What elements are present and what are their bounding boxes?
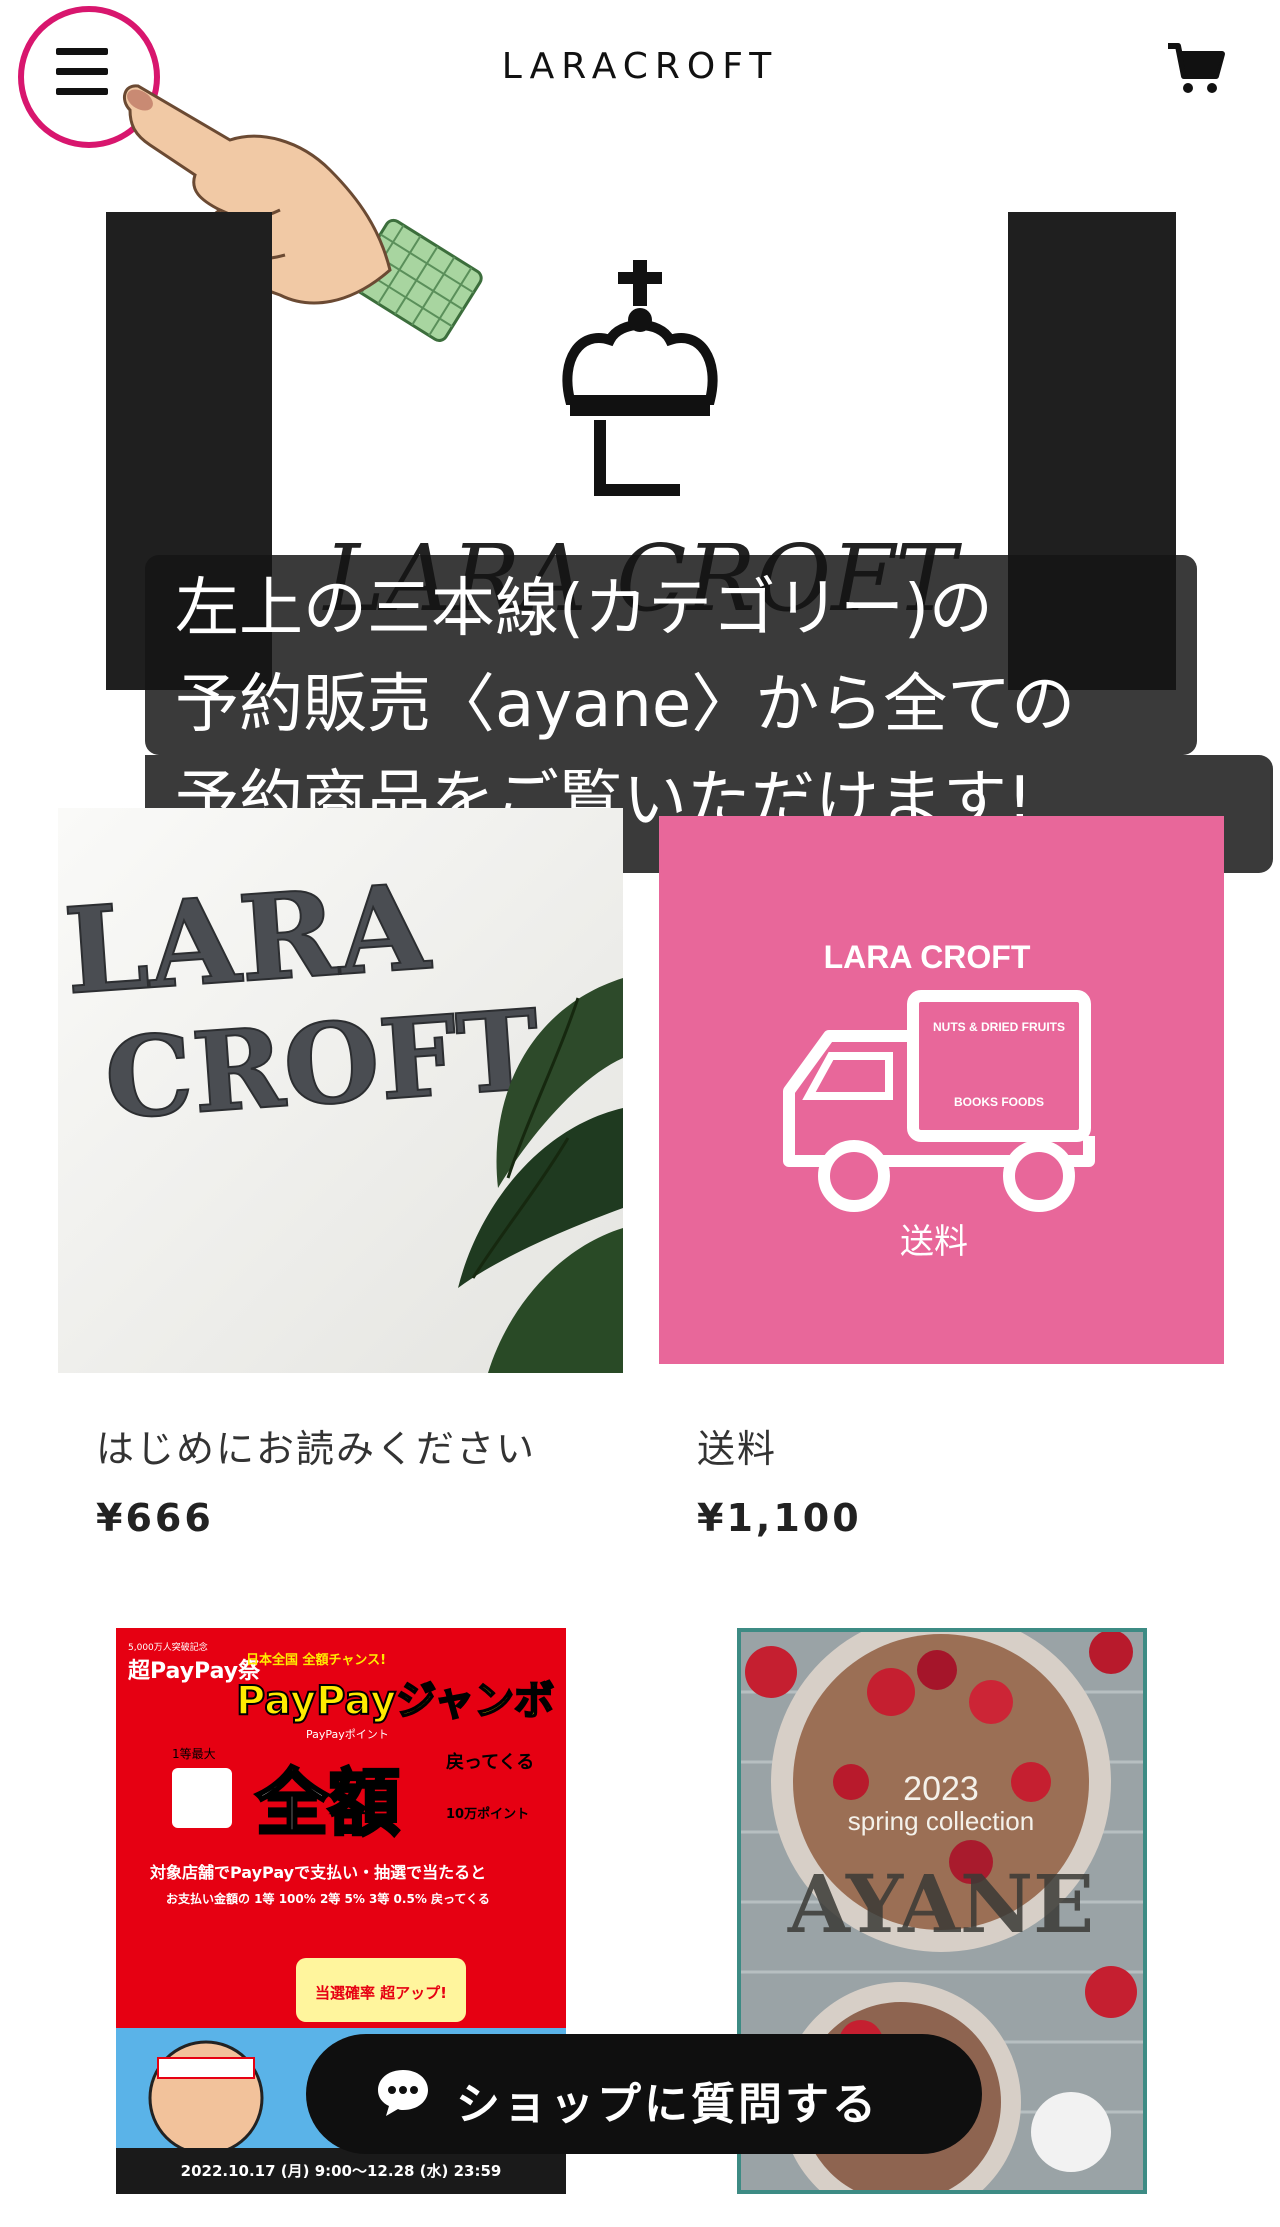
svg-text:2022.10.17 (月) 9:00〜12.28 (水): 2022.10.17 (月) 9:00〜12.28 (水) 23:59 — [181, 2162, 502, 2180]
svg-text:全額: 全額 — [255, 1761, 400, 1845]
product-image[interactable]: LARA CROFT NUTS & DRIED FRUITS BOOKS FOO… — [659, 816, 1224, 1364]
truck-label-books: BOOKS FOODS — [954, 1095, 1044, 1109]
site-header: LARACROFT — [0, 0, 1280, 148]
product-image[interactable]: LARA CROFT — [58, 808, 623, 1373]
product-card[interactable]: LARA CROFT はじめにお読みください ¥666 — [58, 808, 623, 1568]
truck-label-nuts: NUTS & DRIED FRUITS — [933, 1020, 1065, 1034]
product-price: ¥1,100 — [697, 1496, 862, 1540]
cart-button[interactable] — [1164, 36, 1228, 100]
svg-text:5,000万人突破記念: 5,000万人突破記念 — [128, 1641, 208, 1653]
site-logo[interactable]: LARACROFT — [0, 46, 1280, 87]
instruction-callout: 左上の三本線(カテゴリー)の 予約販売〈ayane〉から全ての 予約商品をご覧い… — [145, 555, 1273, 873]
product-card[interactable]: LARA CROFT NUTS & DRIED FRUITS BOOKS FOO… — [659, 816, 1224, 1576]
svg-text:1等最大: 1等最大 — [172, 1747, 216, 1761]
hero-banner: LARA CROFT 左上の三本線(カテゴリー)の 予約販売〈ayane〉から全… — [0, 200, 1280, 873]
svg-text:AYANE: AYANE — [787, 1857, 1094, 1951]
svg-text:2023: 2023 — [903, 1770, 979, 1808]
svg-text:戻ってくる: 戻ってくる — [446, 1751, 534, 1773]
svg-text:spring collection: spring collection — [848, 1806, 1034, 1836]
product-name[interactable]: 送料 — [697, 1418, 777, 1473]
svg-text:対象店舗でPayPayで支払い・抽選で当たると: 対象店舗でPayPayで支払い・抽選で当たると — [149, 1863, 486, 1882]
product-name[interactable]: はじめにお読みください — [96, 1418, 536, 1473]
shopping-cart-icon[interactable] — [1164, 36, 1228, 100]
shipping-brand-text: LARA CROFT — [824, 939, 1031, 975]
svg-text:PayPayジャンボ: PayPayジャンボ — [236, 1678, 554, 1724]
product-price: ¥666 — [96, 1496, 214, 1540]
svg-text:日本全国 全額チャンス!: 日本全国 全額チャンス! — [246, 1652, 386, 1668]
ask-shop-label[interactable]: ショップに質問する — [456, 2068, 879, 2132]
chat-bubble-icon — [378, 2070, 428, 2116]
callout-line-1: 左上の三本線(カテゴリー)の — [175, 572, 993, 646]
shipping-label-text: 送料 — [900, 1222, 968, 1262]
svg-text:お支払い金額の 1等 100% 2等 5% 3等 0.5%: お支払い金額の 1等 100% 2等 5% 3等 0.5% 戻ってくる — [166, 1891, 490, 1906]
svg-text:PayPayポイント: PayPayポイント — [306, 1728, 389, 1741]
ask-shop-button[interactable]: ショップに質問する — [306, 2034, 982, 2154]
svg-text:当選確率 超アップ!: 当選確率 超アップ! — [315, 1984, 447, 2002]
callout-line-2: 予約販売〈ayane〉から全ての — [175, 668, 1076, 742]
svg-text:10万ポイント: 10万ポイント — [446, 1806, 529, 1822]
